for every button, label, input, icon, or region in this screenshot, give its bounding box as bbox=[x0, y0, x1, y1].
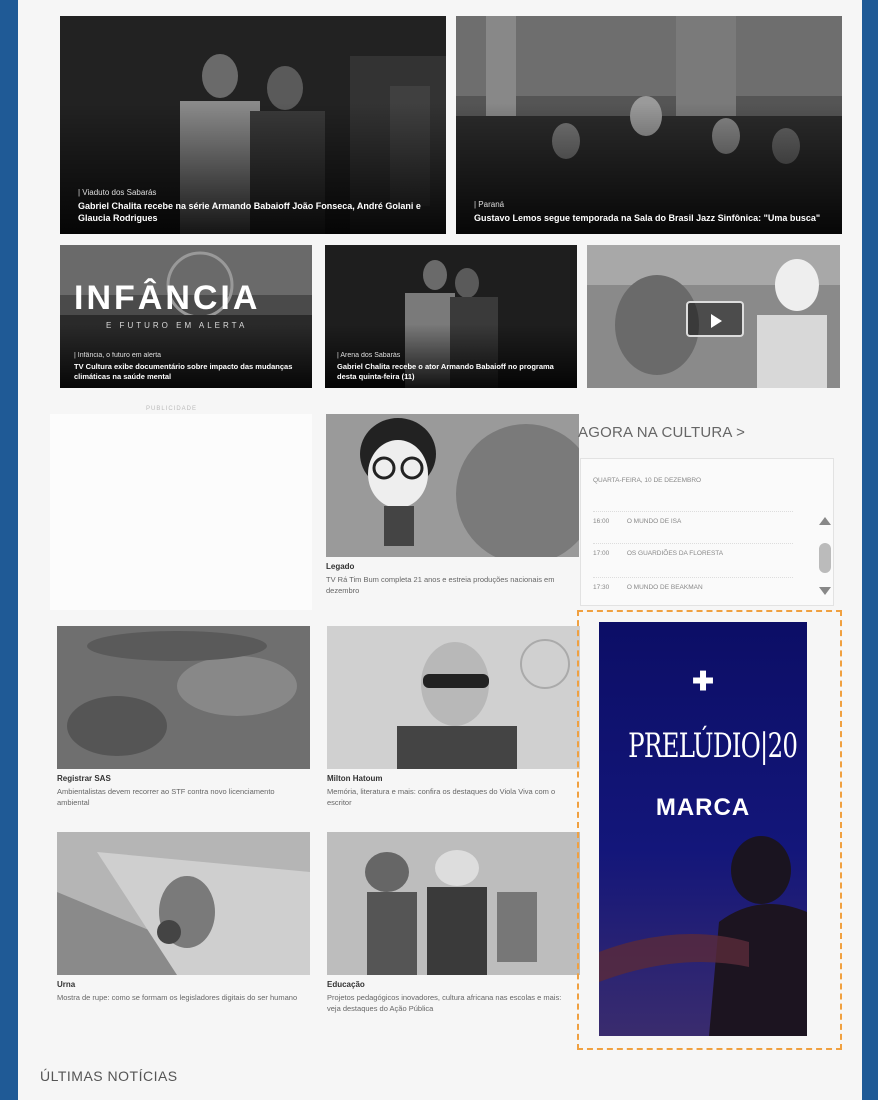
card-urna-image[interactable] bbox=[57, 832, 310, 975]
arena-caption: | Arena dos Sabarás Gabriel Chalita rece… bbox=[337, 352, 561, 382]
agora-na-cultura-link[interactable]: AGORA NA CULTURA > bbox=[578, 424, 745, 441]
schedule-row[interactable]: 16:00 O MUNDO DE ISA bbox=[593, 511, 793, 525]
agora-date: QUARTA-FEIRA, 10 DE DEZEMBRO bbox=[593, 477, 702, 484]
play-icon bbox=[711, 314, 722, 328]
highlighted-ad-frame: ✚ PRELÚDIO|20 MARCA bbox=[577, 610, 842, 1050]
video-play-button[interactable] bbox=[686, 301, 744, 337]
agora-schedule-box: QUARTA-FEIRA, 10 DE DEZEMBRO 16:00 O MUN… bbox=[580, 458, 834, 606]
infancia-kicker: | Infância, o futuro em alerta bbox=[74, 352, 162, 359]
card-registrar-desc[interactable]: Ambientalistas devem recorrer ao STF con… bbox=[57, 786, 302, 808]
card-milton-label[interactable]: Milton Hatoum bbox=[327, 774, 383, 783]
featured-story-1[interactable]: | Viaduto dos Sabarás Gabriel Chalita re… bbox=[60, 16, 446, 234]
schedule-time: 17:30 bbox=[593, 584, 610, 591]
featured-caption-1: | Viaduto dos Sabarás Gabriel Chalita re… bbox=[78, 188, 430, 224]
card-milton-desc[interactable]: Memória, literatura e mais: confira os d… bbox=[327, 786, 572, 808]
card-legado-desc[interactable]: TV Rá Tim Bum completa 21 anos e estreia… bbox=[326, 574, 571, 596]
milton-photo bbox=[327, 626, 580, 769]
registrar-photo bbox=[57, 626, 310, 769]
schedule-scrollbar[interactable] bbox=[815, 515, 835, 605]
card-legado-label[interactable]: Legado bbox=[326, 562, 354, 571]
ad-placeholder: PUBLICIDADE bbox=[50, 406, 312, 610]
card-registrar-image[interactable] bbox=[57, 626, 310, 769]
featured-story-2[interactable]: | Paraná Gustavo Lemos segue temporada n… bbox=[456, 16, 842, 234]
schedule-time: 17:00 bbox=[593, 550, 610, 557]
card-urna-desc[interactable]: Mostra de rupe: como se formam os legisl… bbox=[57, 992, 302, 1003]
urna-photo bbox=[57, 832, 310, 975]
schedule-program: O MUNDO DE BEAKMAN bbox=[626, 584, 703, 591]
story-infancia[interactable]: INFÂNCIA E FUTURO EM ALERTA | Infância, … bbox=[60, 245, 312, 388]
schedule-program: O MUNDO DE ISA bbox=[626, 518, 682, 525]
featured-kicker-1: | Viaduto dos Sabarás bbox=[78, 188, 157, 197]
schedule-program: OS GUARDIÕES DA FLORESTA bbox=[626, 550, 724, 557]
infancia-overlay-big: INFÂNCIA bbox=[74, 279, 261, 317]
infancia-title[interactable]: TV Cultura exibe documentário sobre impa… bbox=[74, 362, 296, 382]
featured-caption-2: | Paraná Gustavo Lemos segue temporada n… bbox=[474, 200, 826, 224]
scroll-thumb[interactable] bbox=[819, 543, 831, 573]
featured-title-2[interactable]: Gustavo Lemos segue temporada na Sala do… bbox=[474, 212, 826, 224]
prelude-ad-banner[interactable]: ✚ PRELÚDIO|20 MARCA bbox=[599, 622, 807, 1036]
ad-plus-icon: ✚ bbox=[692, 666, 714, 696]
schedule-row[interactable]: 17:00 OS GUARDIÕES DA FLORESTA bbox=[593, 543, 793, 557]
card-educacao-image[interactable] bbox=[327, 832, 580, 975]
featured-title-1[interactable]: Gabriel Chalita recebe na série Armando … bbox=[78, 200, 430, 224]
arena-title[interactable]: Gabriel Chalita recebe o ator Armando Ba… bbox=[337, 362, 561, 382]
arena-kicker: | Arena dos Sabarás bbox=[337, 352, 401, 359]
card-legado-image[interactable] bbox=[326, 414, 579, 557]
ad-placeholder-label: PUBLICIDADE bbox=[146, 406, 198, 412]
educacao-photo bbox=[327, 832, 580, 975]
ad-marca-text: MARCA bbox=[655, 794, 751, 821]
card-educacao-label[interactable]: Educação bbox=[327, 980, 365, 989]
infancia-caption: | Infância, o futuro em alerta TV Cultur… bbox=[74, 352, 296, 382]
scroll-down-icon[interactable] bbox=[819, 587, 831, 595]
schedule-row[interactable]: 17:30 O MUNDO DE BEAKMAN bbox=[593, 577, 793, 591]
story-arena[interactable]: | Arena dos Sabarás Gabriel Chalita rece… bbox=[325, 245, 577, 388]
ad-prelude-title: PRELÚDIO|20 bbox=[628, 726, 798, 766]
featured-kicker-2: | Paraná bbox=[474, 200, 505, 209]
schedule-time: 16:00 bbox=[593, 518, 610, 525]
card-milton-image[interactable] bbox=[327, 626, 580, 769]
card-urna-label[interactable]: Urna bbox=[57, 980, 75, 989]
scroll-up-icon[interactable] bbox=[819, 517, 831, 525]
card-educacao-desc[interactable]: Projetos pedagógicos inovadores, cultura… bbox=[327, 992, 572, 1014]
legado-illustration bbox=[326, 414, 579, 557]
card-registrar-label[interactable]: Registrar SAS bbox=[57, 774, 111, 783]
ultimas-noticias-heading: ÚLTIMAS NOTÍCIAS bbox=[40, 1068, 178, 1084]
